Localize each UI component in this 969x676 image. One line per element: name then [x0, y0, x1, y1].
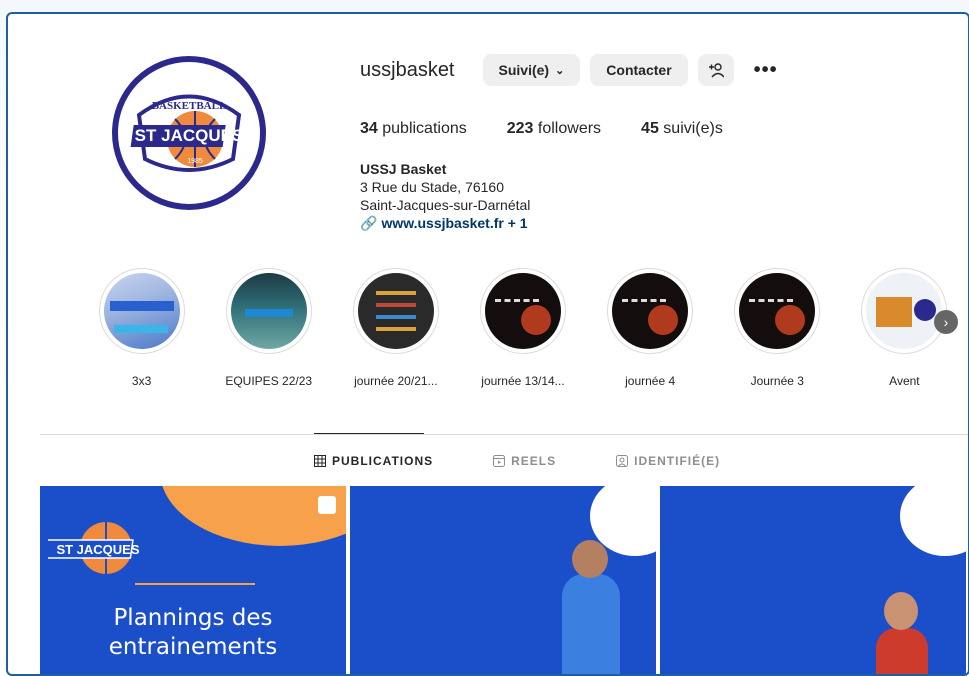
post-caption-line-2: entrainements	[108, 634, 278, 660]
highlight-journee-13-14[interactable]: journée 13/14...	[459, 268, 586, 388]
reels-icon	[493, 455, 506, 467]
followers-stat[interactable]: 223 followers	[507, 120, 601, 138]
highlight-journee-3[interactable]: Journée 3	[714, 268, 841, 388]
following-button-label: Suivi(e)	[498, 62, 550, 78]
grid-icon	[314, 455, 326, 467]
highlight-label: journée 20/21...	[354, 374, 438, 388]
multi-post-icon	[318, 496, 336, 514]
profile-stats: 34 publications 223 followers 45 suivi(e…	[360, 120, 723, 138]
profile-avatar[interactable]: ST JACQUES BASKETBALL 1985	[112, 56, 266, 210]
tagged-icon	[616, 455, 629, 467]
tab-reels[interactable]: REELS	[493, 454, 556, 468]
player-head	[572, 540, 608, 578]
orange-wave	[160, 486, 346, 546]
story-highlights: 3x3 EQUIPES 22/23 journée 20/21... journ…	[78, 268, 968, 388]
profile-tabs: PUBLICATIONS REELS IDENTIFIÉ(E)	[314, 454, 720, 468]
logo-year-text: 1985	[187, 158, 203, 165]
highlight-3x3[interactable]: 3x3	[78, 268, 205, 388]
logo-main-text: ST JACQUES	[135, 126, 244, 145]
equipes-court-thumb	[230, 273, 307, 349]
highlight-label: journée 13/14...	[481, 374, 565, 388]
highlight-label: Avent	[889, 374, 920, 388]
more-options-icon[interactable]: •••	[754, 59, 778, 82]
post-caption-line-1: Plannings des	[113, 605, 273, 631]
tab-publications[interactable]: PUBLICATIONS	[314, 454, 433, 468]
player-figure	[876, 628, 928, 674]
club-logo-icon: ST JACQUES	[48, 522, 140, 574]
highlight-ring	[98, 268, 185, 354]
contact-button[interactable]: Contacter	[590, 54, 688, 86]
tab-label: PUBLICATIONS	[332, 454, 434, 468]
highlight-ring	[352, 268, 439, 354]
website-link-text: www.ussjbasket.fr + 1	[381, 215, 528, 231]
following-stat[interactable]: 45 suivi(e)s	[641, 120, 723, 138]
posts-stat: 34 publications	[360, 120, 467, 137]
basketball-net-thumb	[612, 273, 689, 349]
tabs-divider	[40, 434, 968, 435]
logo-top-text: BASKETBALL	[152, 100, 227, 112]
logo-main-text: ST JACQUES	[56, 542, 139, 557]
post-plannings[interactable]: ST JACQUES Plannings des entrainements	[40, 486, 346, 674]
active-tab-indicator	[314, 433, 424, 434]
link-icon: 🔗	[360, 215, 378, 231]
highlight-label: Journée 3	[750, 374, 804, 388]
tab-tagged[interactable]: IDENTIFIÉ(E)	[616, 454, 720, 468]
highlight-journee-20-21[interactable]: journée 20/21...	[332, 268, 459, 388]
basketball-net-thumb	[739, 273, 816, 349]
profile-window: ST JACQUES BASKETBALL 1985 ussjbasket Su…	[6, 12, 969, 676]
advent-calendar-thumb	[866, 273, 943, 349]
suggest-user-button[interactable]	[697, 54, 734, 86]
results-board-thumb	[357, 273, 434, 349]
chevron-down-icon: ⌄	[555, 64, 565, 77]
inscription-flyer-thumb	[103, 273, 180, 349]
highlight-label: journée 4	[625, 374, 676, 388]
highlight-journee-4[interactable]: journée 4	[587, 268, 714, 388]
player-figure	[562, 574, 620, 674]
highlight-label: 3x3	[131, 374, 152, 388]
add-person-icon	[708, 63, 724, 78]
white-swoosh	[900, 486, 966, 556]
highlight-ring	[734, 268, 821, 354]
profile-name: USSJ Basket	[360, 161, 447, 177]
profile-bio: USSJ Basket 3 Rue du Stade, 76160 Saint-…	[360, 160, 530, 232]
club-logo-icon: ST JACQUES BASKETBALL 1985	[130, 94, 244, 172]
highlight-equipes[interactable]: EQUIPES 22/23	[205, 268, 332, 388]
tab-label: REELS	[511, 454, 557, 468]
chevron-right-icon[interactable]: ›	[934, 310, 958, 334]
address-line-2: Saint-Jacques-sur-Darnétal	[360, 197, 531, 213]
highlight-ring	[225, 268, 312, 354]
post-player-2[interactable]	[660, 486, 966, 674]
basketball-net-thumb	[484, 273, 561, 349]
post-caption: Plannings des entrainements	[40, 604, 346, 662]
highlight-ring	[607, 268, 694, 354]
following-button[interactable]: Suivi(e) ⌄	[482, 54, 581, 86]
highlight-ring	[861, 268, 948, 354]
post-player-1[interactable]	[350, 486, 656, 674]
tab-label: IDENTIFIÉ(E)	[634, 454, 721, 468]
highlight-ring	[479, 268, 566, 354]
address-line-1: 3 Rue du Stade, 76160	[360, 179, 505, 195]
post-divider	[135, 583, 255, 585]
website-link[interactable]: 🔗 www.ussjbasket.fr + 1	[360, 214, 530, 232]
posts-grid: ST JACQUES Plannings des entrainements	[40, 486, 966, 674]
highlight-label: EQUIPES 22/23	[225, 374, 313, 388]
profile-header: ussjbasket Suivi(e) ⌄ Contacter •••	[360, 54, 778, 86]
username: ussjbasket	[360, 58, 455, 81]
player-head	[884, 592, 918, 630]
